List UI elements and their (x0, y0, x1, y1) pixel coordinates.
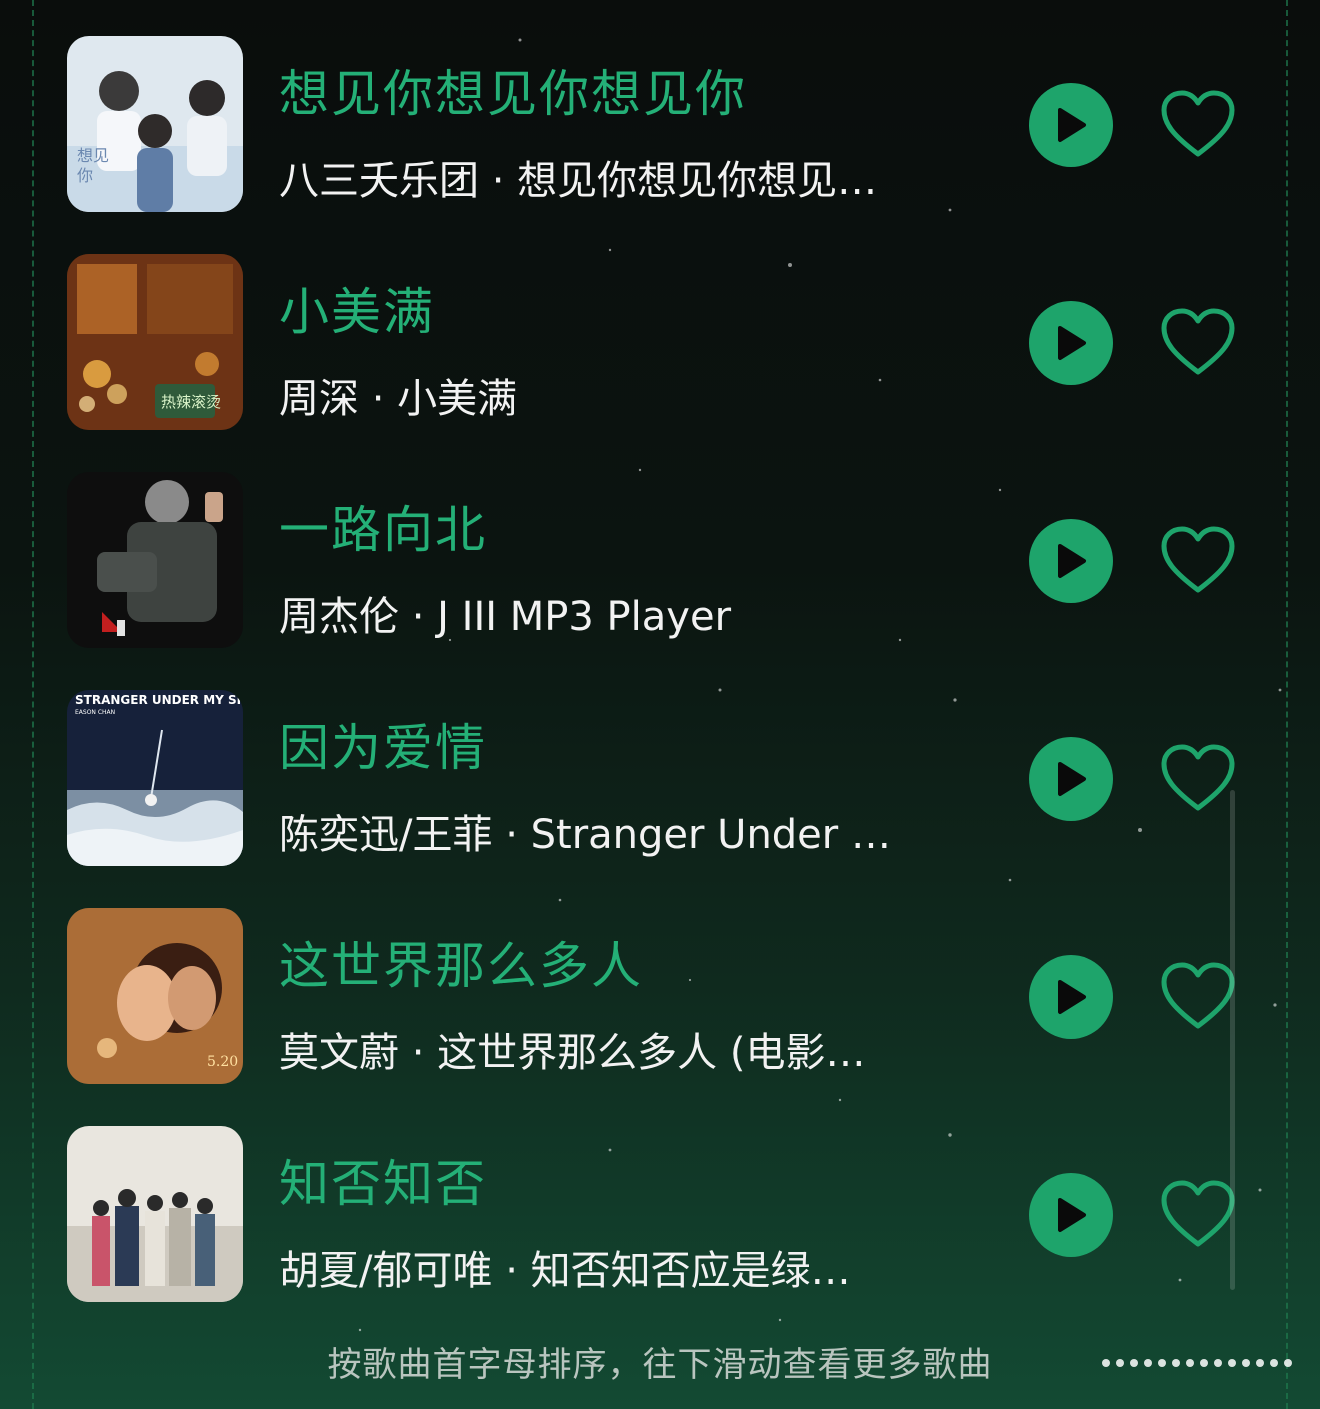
play-button[interactable] (1029, 955, 1113, 1039)
play-icon (1058, 108, 1086, 142)
song-row[interactable]: 想见 你 想见你想见你想见你 八三夭乐团 · 想见你想见你想见… (0, 36, 1320, 254)
play-button[interactable] (1029, 519, 1113, 603)
play-button[interactable] (1029, 737, 1113, 821)
song-artist-album: 胡夏/郁可唯 · 知否知否应是绿… (279, 1248, 851, 1294)
svg-text:热辣滚烫: 热辣滚烫 (161, 393, 221, 411)
album-cover: 热辣滚烫 (67, 254, 243, 430)
play-icon (1058, 762, 1086, 796)
song-title[interactable]: 一路向北 (279, 490, 487, 562)
song-list-screen: 想见 你 想见你想见你想见你 八三夭乐团 · 想见你想见你想见… 热辣滚烫 小美… (0, 0, 1320, 1409)
album-cover: 想见 你 (67, 36, 243, 212)
svg-text:5.20: 5.20 (207, 1054, 238, 1070)
song-artist-album: 周深 · 小美满 (279, 376, 518, 422)
play-icon (1058, 544, 1086, 578)
play-icon (1058, 1198, 1086, 1232)
song-title[interactable]: 想见你想见你想见你 (279, 54, 747, 126)
play-icon (1058, 326, 1086, 360)
cover-subtext: EASON CHAN (75, 709, 115, 716)
song-artist-album: 八三夭乐团 · 想见你想见你想见… (279, 158, 878, 204)
heart-icon[interactable] (1160, 962, 1236, 1032)
album-cover: 5.20 (67, 908, 243, 1084)
song-artist-album: 周杰伦 · J III MP3 Player (279, 594, 732, 640)
play-button[interactable] (1029, 301, 1113, 385)
cover-text: STRANGER UNDER MY SKIN (75, 693, 243, 707)
song-row[interactable]: STRANGER UNDER MY SKIN EASON CHAN 因为爱情 陈… (0, 690, 1320, 908)
album-cover: STRANGER UNDER MY SKIN EASON CHAN (67, 690, 243, 866)
album-cover (67, 472, 243, 648)
heart-icon[interactable] (1160, 1180, 1236, 1250)
song-title[interactable]: 这世界那么多人 (279, 926, 643, 998)
heart-icon[interactable] (1160, 744, 1236, 814)
song-title[interactable]: 小美满 (279, 272, 435, 344)
play-button[interactable] (1029, 83, 1113, 167)
heart-icon[interactable] (1160, 526, 1236, 596)
svg-text:想见: 想见 (77, 146, 109, 165)
song-list: 想见 你 想见你想见你想见你 八三夭乐团 · 想见你想见你想见… 热辣滚烫 小美… (0, 36, 1320, 1344)
play-icon (1058, 980, 1086, 1014)
song-artist-album: 莫文蔚 · 这世界那么多人 (电影… (279, 1030, 866, 1076)
heart-icon[interactable] (1160, 90, 1236, 160)
song-row[interactable]: 知否知否 胡夏/郁可唯 · 知否知否应是绿… (0, 1126, 1320, 1344)
song-title[interactable]: 知否知否 (279, 1144, 487, 1216)
album-cover (67, 1126, 243, 1302)
song-row[interactable]: 5.20 这世界那么多人 莫文蔚 · 这世界那么多人 (电影… (0, 908, 1320, 1126)
svg-text:你: 你 (77, 166, 93, 185)
song-row[interactable]: 一路向北 周杰伦 · J III MP3 Player (0, 472, 1320, 690)
dot-indicator-icon (1102, 1359, 1292, 1367)
play-button[interactable] (1029, 1173, 1113, 1257)
heart-icon[interactable] (1160, 308, 1236, 378)
song-row[interactable]: 热辣滚烫 小美满 周深 · 小美满 (0, 254, 1320, 472)
scrollbar[interactable] (1230, 790, 1235, 1290)
song-artist-album: 陈奕迅/王菲 · Stranger Under … (279, 812, 891, 858)
song-title[interactable]: 因为爱情 (279, 708, 487, 780)
